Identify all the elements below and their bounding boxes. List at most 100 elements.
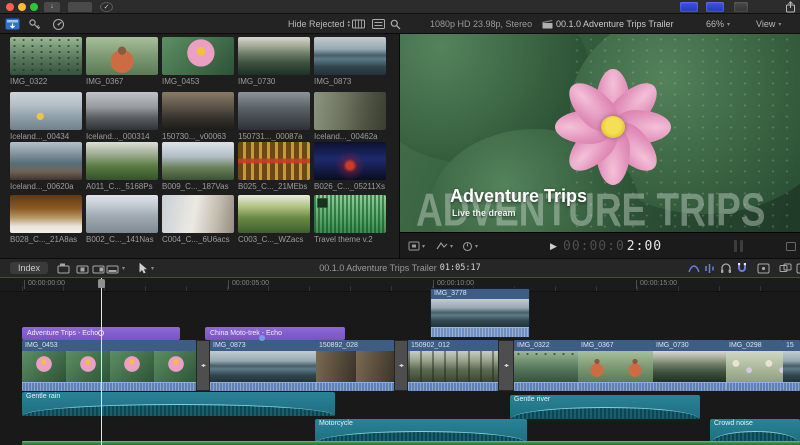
clip-thumbnail[interactable]: [238, 37, 310, 75]
connected-clip[interactable]: IMG_3778: [430, 288, 530, 338]
browser-clip[interactable]: C004_C..._6U6acs: [162, 195, 234, 244]
music-clip[interactable]: [22, 441, 800, 445]
solo-icon[interactable]: [720, 259, 732, 277]
zoom-window-button[interactable]: [30, 3, 38, 11]
minimize-window-button[interactable]: [18, 3, 26, 11]
close-window-button[interactable]: [6, 3, 14, 11]
effects-menu-icon[interactable]: ▾: [462, 233, 478, 259]
marker[interactable]: [259, 335, 265, 341]
clip-thumbnail[interactable]: [238, 142, 310, 180]
title-clip[interactable]: China Moto-trek - Echo: [205, 327, 345, 340]
video-clip[interactable]: 150892_028: [316, 340, 394, 391]
browser-clip[interactable]: B026_C..._05211Xs: [314, 142, 386, 191]
browser-clip[interactable]: B002_C..._141Nas: [86, 195, 158, 244]
clip-thumbnail[interactable]: [162, 92, 234, 130]
transform-menu-icon[interactable]: ▾: [408, 233, 425, 259]
media-browser-icon[interactable]: [796, 259, 800, 277]
audio-clip[interactable]: Gentle rain: [22, 392, 335, 416]
keyframe-ring[interactable]: [98, 330, 104, 336]
filmstrip-view-icon[interactable]: [352, 14, 365, 34]
browser-clip[interactable]: C003_C..._WZacs: [238, 195, 310, 244]
clip-thumbnail[interactable]: [10, 37, 82, 75]
viewer-corner-icon[interactable]: [786, 233, 796, 259]
clip-thumbnail[interactable]: [86, 92, 158, 130]
share-icon[interactable]: [785, 1, 796, 13]
browser-clip[interactable]: B025_C..._21MEbs: [238, 142, 310, 191]
video-clip[interactable]: IMG_0730: [653, 340, 726, 391]
audio-meters[interactable]: [734, 233, 743, 259]
audio-clip[interactable]: Crowd noise: [710, 419, 800, 443]
viewer-zoom-menu[interactable]: 66% ▾: [706, 14, 730, 34]
timeline-tracks[interactable]: 00:00:00:00 00:00:05:00 00:00:10:00 00:00:1…: [0, 278, 800, 445]
clip-thumbnail[interactable]: [314, 37, 386, 75]
clip-thumbnail[interactable]: [162, 37, 234, 75]
browser-clip[interactable]: IMG_0367: [86, 37, 158, 86]
check-circle-icon[interactable]: ✓: [100, 2, 113, 12]
browser-clip[interactable]: A011_C..._5168Ps: [86, 142, 158, 191]
insert-edit-icon[interactable]: [76, 259, 89, 277]
browser-clip[interactable]: Iceland..._000314: [86, 92, 158, 141]
clip-thumbnail[interactable]: [238, 195, 310, 233]
browser-clip[interactable]: Iceland..._00620a: [10, 142, 82, 191]
browser-clip[interactable]: IMG_0730: [238, 37, 310, 86]
browser-clip[interactable]: 150731..._00087a: [238, 92, 310, 141]
clip-name: B002_C..._141Nas: [86, 235, 154, 244]
browser-clip[interactable]: B028_C..._21A8as: [10, 195, 82, 244]
playhead-handle[interactable]: [98, 279, 105, 288]
play-button[interactable]: ▶: [550, 233, 557, 259]
retime-menu-icon[interactable]: ▾: [436, 233, 453, 259]
video-clip[interactable]: IMG_0367: [578, 340, 653, 391]
search-icon[interactable]: [390, 14, 401, 34]
append-edit-icon[interactable]: [92, 259, 105, 277]
clip-thumbnail[interactable]: [314, 195, 386, 233]
clip-thumbnail[interactable]: [86, 142, 158, 180]
audio-skimming-icon[interactable]: [704, 259, 715, 277]
clip-thumbnail[interactable]: [162, 195, 234, 233]
clip-thumbnail[interactable]: [314, 142, 386, 180]
clip-thumbnail[interactable]: [238, 92, 310, 130]
download-icon[interactable]: ↓: [44, 2, 60, 12]
background-tasks-icon[interactable]: [52, 14, 65, 34]
video-clip[interactable]: IMG_0298: [726, 340, 783, 391]
audio-clip[interactable]: Gentle river: [510, 395, 700, 419]
tool-menu-pointer-icon[interactable]: ▾: [138, 259, 154, 277]
transition-clip[interactable]: ◂▸: [196, 340, 210, 391]
browser-clip[interactable]: 150730..._v00063: [162, 92, 234, 141]
transition-clip[interactable]: ◂▸: [394, 340, 408, 391]
clip-thumbnail[interactable]: [10, 92, 82, 130]
overwrite-edit-icon[interactable]: ▾: [106, 259, 125, 277]
clip-thumbnail[interactable]: [10, 195, 82, 233]
effects-browser-icon[interactable]: [757, 259, 770, 277]
video-clip[interactable]: 150902_012: [408, 340, 498, 391]
timeline-ruler[interactable]: 00:00:00:00 00:00:05:00 00:00:10:00 00:00:1…: [0, 278, 800, 292]
connect-edit-icon[interactable]: [57, 259, 70, 277]
browser-clip[interactable]: IMG_0453: [162, 37, 234, 86]
audio-clip[interactable]: Motorcycle: [315, 419, 527, 443]
viewer-view-menu[interactable]: View ▾: [756, 14, 781, 34]
transition-clip[interactable]: ◂▸: [498, 340, 514, 391]
browser-clip[interactable]: Travel theme v.2: [314, 195, 386, 244]
clip-appearance-icon[interactable]: [372, 14, 385, 34]
video-clip[interactable]: IMG_0453: [22, 340, 196, 391]
transitions-browser-icon[interactable]: [779, 259, 792, 277]
browser-clip[interactable]: B009_C..._187Vas: [162, 142, 234, 191]
browser-clip[interactable]: IMG_0873: [314, 37, 386, 86]
clip-thumbnail[interactable]: [10, 142, 82, 180]
import-media-icon[interactable]: [5, 14, 20, 34]
clip-thumbnail[interactable]: [86, 195, 158, 233]
browser-clip[interactable]: Iceland..._00434: [10, 92, 82, 141]
hide-rejected-filter[interactable]: Hide Rejected ▴ ▾: [288, 14, 350, 34]
index-button[interactable]: Index: [10, 259, 49, 277]
browser-clip[interactable]: IMG_0322: [10, 37, 82, 86]
keyword-editor-icon[interactable]: [28, 14, 41, 34]
video-clip[interactable]: 15: [783, 340, 800, 391]
snapping-icon[interactable]: [736, 259, 748, 277]
video-clip[interactable]: IMG_0322: [514, 340, 578, 391]
video-clip[interactable]: IMG_0873: [210, 340, 316, 391]
clip-thumbnail[interactable]: [86, 37, 158, 75]
clip-thumbnail[interactable]: [162, 142, 234, 180]
clip-thumbnail[interactable]: [314, 92, 386, 130]
browser-clip[interactable]: Iceland..._00462a: [314, 92, 386, 141]
skimming-icon[interactable]: [688, 259, 700, 277]
playhead[interactable]: [101, 278, 102, 445]
